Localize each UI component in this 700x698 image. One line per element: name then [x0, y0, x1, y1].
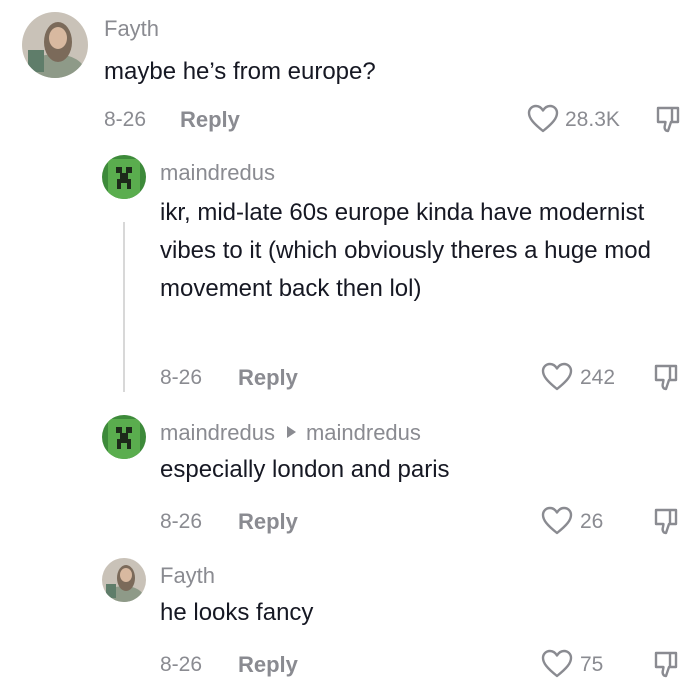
like-count: 75: [580, 653, 604, 676]
comment-author[interactable]: maindredus: [160, 420, 275, 445]
comment-author[interactable]: maindredus: [160, 160, 275, 186]
like-count: 28.3K: [565, 108, 620, 131]
heart-icon[interactable]: [541, 649, 573, 679]
creeper-avatar-icon: [102, 155, 146, 199]
reply-button[interactable]: Reply: [238, 509, 298, 535]
comment-date: 8-26: [104, 108, 147, 131]
reply-to-author[interactable]: maindredus: [306, 420, 421, 445]
comment-author[interactable]: Fayth: [160, 563, 215, 589]
thread-line: [123, 222, 125, 392]
avatar[interactable]: [102, 415, 146, 459]
thumbs-down-icon[interactable]: [654, 104, 684, 134]
comment-date: 8-26: [160, 653, 203, 676]
comment-text: especially london and paris: [160, 456, 450, 483]
comment-author-line: maindredus maindredus: [160, 420, 421, 446]
thumbs-down-icon[interactable]: [652, 362, 682, 392]
like-count: 26: [580, 510, 604, 533]
thumbs-down-icon[interactable]: [652, 649, 682, 679]
user-avatar-photo-icon: [102, 558, 146, 602]
heart-icon[interactable]: [541, 362, 573, 392]
heart-icon[interactable]: [527, 104, 559, 134]
reply-button[interactable]: Reply: [238, 652, 298, 678]
reply-button[interactable]: Reply: [180, 107, 240, 133]
comment-date: 8-26: [160, 510, 203, 533]
comment-text: maybe he’s from europe?: [104, 58, 376, 85]
creeper-avatar-icon: [102, 415, 146, 459]
avatar[interactable]: [102, 155, 146, 199]
comment-text: he looks fancy: [160, 599, 314, 626]
comment-date: 8-26: [160, 366, 203, 389]
caret-right-icon: [286, 426, 296, 439]
thumbs-down-icon[interactable]: [652, 506, 682, 536]
comment-author[interactable]: Fayth: [104, 16, 159, 42]
like-count: 242: [580, 366, 616, 389]
avatar[interactable]: [22, 12, 88, 78]
comment-text: ikr, mid-late 60s europe kinda have mode…: [160, 199, 651, 302]
avatar[interactable]: [102, 558, 146, 602]
heart-icon[interactable]: [541, 506, 573, 536]
reply-button[interactable]: Reply: [238, 365, 298, 391]
user-avatar-photo-icon: [22, 12, 88, 78]
